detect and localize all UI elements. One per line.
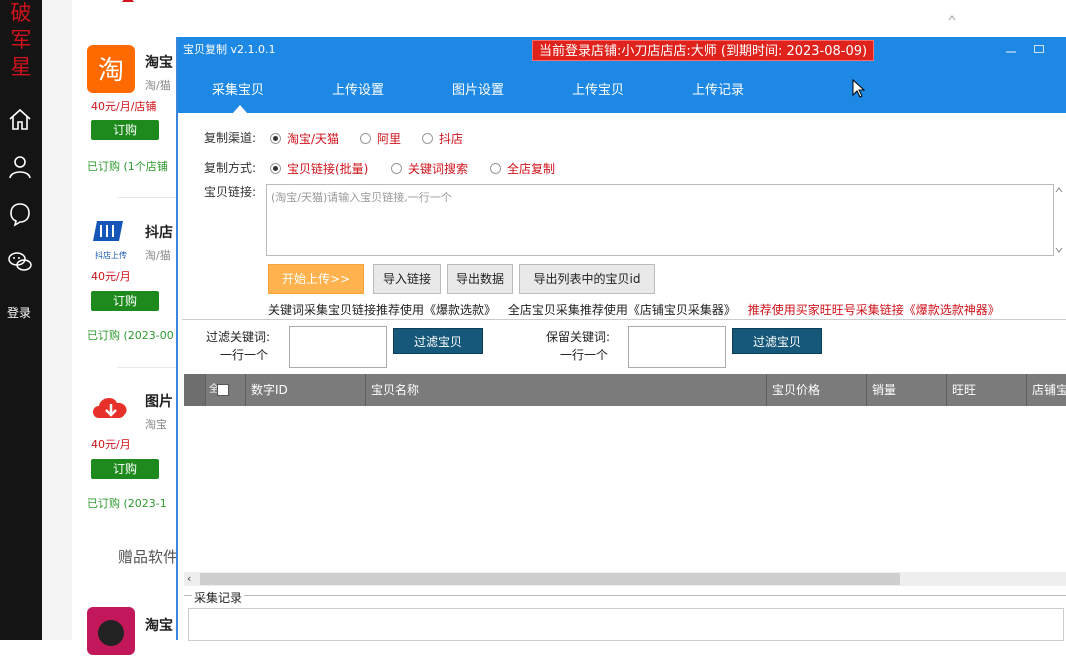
export-ids-button[interactable]: 导出列表中的宝贝id bbox=[519, 264, 655, 294]
cloud-download-icon bbox=[87, 384, 135, 432]
radio-label: 抖店 bbox=[439, 132, 464, 146]
wechat-icon[interactable] bbox=[6, 248, 34, 276]
import-links-button[interactable]: 导入链接 bbox=[373, 264, 441, 294]
radio-method-links[interactable]: 宝贝链接(批量) bbox=[270, 160, 368, 177]
log-panel: 采集记录 bbox=[184, 589, 1066, 641]
grid-header: 全 数字ID 宝贝名称 宝贝价格 销量 旺旺 店铺宝 bbox=[184, 374, 1066, 406]
product-subtitle: 淘/猫 bbox=[145, 249, 171, 262]
user-icon[interactable] bbox=[6, 153, 34, 181]
order-status: 已订购 (2023-00 bbox=[87, 329, 174, 342]
home-icon[interactable] bbox=[6, 106, 34, 134]
product-price: 40元/月/店铺 bbox=[91, 100, 157, 113]
order-button[interactable]: 订购 bbox=[91, 291, 159, 311]
product-title: 淘宝 bbox=[145, 618, 173, 634]
douyin-upload-logo-icon: 抖店上传 bbox=[87, 215, 135, 263]
login-link[interactable]: 登录 bbox=[0, 304, 38, 321]
grid-horizontal-scrollbar[interactable]: ‹ bbox=[184, 572, 1066, 586]
login-status-banner: 当前登录店铺:小刀店店店:大师 (到期时间: 2023-08-09) bbox=[532, 40, 875, 61]
link-label: 宝贝链接: bbox=[204, 185, 257, 199]
product-title: 抖店 bbox=[145, 225, 173, 241]
items-grid[interactable]: 全 数字ID 宝贝名称 宝贝价格 销量 旺旺 店铺宝 bbox=[184, 374, 1066, 586]
tab-upload-settings[interactable]: 上传设置 bbox=[332, 79, 384, 98]
tab-upload-records[interactable]: 上传记录 bbox=[692, 79, 744, 98]
window-title: 宝贝复制 v2.1.0.1 bbox=[183, 43, 276, 56]
radio-label: 关键词搜索 bbox=[408, 162, 469, 176]
col-sales[interactable]: 销量 bbox=[867, 374, 947, 406]
order-status: 已订购 (1个店铺 bbox=[87, 160, 168, 173]
col-name[interactable]: 宝贝名称 bbox=[366, 374, 767, 406]
radio-label: 全店复制 bbox=[507, 162, 556, 176]
tab-image-settings[interactable]: 图片设置 bbox=[452, 79, 504, 98]
method-label: 复制方式: bbox=[204, 161, 257, 175]
row-header-col bbox=[184, 374, 206, 406]
keep-keyword-hint: 一行一个 bbox=[560, 348, 609, 362]
gift-title: 赠品软件 bbox=[118, 548, 179, 566]
log-textarea[interactable] bbox=[188, 608, 1064, 641]
tab-collect[interactable]: 采集宝贝 bbox=[212, 79, 264, 98]
filter-panel: 过滤关键词: 一行一个 过滤宝贝 保留关键词: 一行一个 过滤宝贝 bbox=[182, 319, 1066, 375]
scroll-thumb[interactable] bbox=[200, 573, 900, 585]
douyin-logo-text: 抖店上传 bbox=[95, 250, 127, 260]
tab-upload-items[interactable]: 上传宝贝 bbox=[572, 79, 624, 98]
chat-icon[interactable] bbox=[6, 200, 34, 228]
export-data-button[interactable]: 导出数据 bbox=[447, 264, 513, 294]
radio-method-store[interactable]: 全店复制 bbox=[490, 160, 555, 177]
promo-buyer[interactable]: 推荐使用买家旺旺号采集链接《爆款选款神器》 bbox=[748, 303, 1000, 317]
product-subtitle: 淘宝 bbox=[145, 418, 167, 431]
main-nav: 采集宝贝 上传设置 图片设置 上传宝贝 上传记录 bbox=[178, 63, 1066, 113]
col-price[interactable]: 宝贝价格 bbox=[767, 374, 867, 406]
col-wangwang[interactable]: 旺旺 bbox=[947, 374, 1027, 406]
link-scrollbar[interactable] bbox=[1054, 184, 1064, 256]
promo-text: 关键词采集宝贝链接推荐使用《爆款选款》 全店宝贝采集推荐使用《店铺宝贝采集器》 … bbox=[268, 301, 1000, 318]
channel-label: 复制渠道: bbox=[204, 131, 257, 145]
order-button[interactable]: 订购 bbox=[91, 120, 159, 140]
link-placeholder: (淘宝/天猫)请输入宝贝链接,一行一个 bbox=[271, 191, 452, 204]
col-id[interactable]: 数字ID bbox=[246, 374, 366, 406]
taobao-logo-icon: 淘 bbox=[87, 45, 135, 93]
radio-method-keyword[interactable]: 关键词搜索 bbox=[391, 160, 468, 177]
select-all-checkbox[interactable] bbox=[217, 384, 229, 396]
radio-label: 阿里 bbox=[377, 132, 402, 146]
start-upload-button[interactable]: 开始上传>> bbox=[268, 264, 364, 294]
promo-keyword[interactable]: 关键词采集宝贝链接推荐使用《爆款选款》 bbox=[268, 303, 496, 317]
link-textarea[interactable]: (淘宝/天猫)请输入宝贝链接,一行一个 bbox=[266, 184, 1054, 256]
product-title: 图片 bbox=[145, 394, 173, 410]
radio-label: 淘宝/天猫 bbox=[287, 132, 340, 146]
radio-label: 宝贝链接(批量) bbox=[287, 162, 369, 176]
keep-items-button[interactable]: 过滤宝贝 bbox=[732, 328, 822, 354]
scroll-left-icon[interactable]: ‹ bbox=[187, 572, 191, 585]
product-subtitle: 淘/猫 bbox=[145, 79, 171, 92]
minimize-icon[interactable] bbox=[1004, 42, 1018, 56]
col-store[interactable]: 店铺宝 bbox=[1027, 374, 1066, 406]
title-bar[interactable]: 宝贝复制 v2.1.0.1 当前登录店铺:小刀店店店:大师 (到期时间: 202… bbox=[178, 37, 1066, 63]
maximize-icon[interactable] bbox=[1034, 42, 1048, 56]
app-window: 宝贝复制 v2.1.0.1 当前登录店铺:小刀店店店:大师 (到期时间: 202… bbox=[176, 37, 1066, 641]
filter-keyword-hint: 一行一个 bbox=[220, 348, 269, 362]
brand-logo: 破军星 bbox=[10, 1, 32, 79]
mouse-cursor-icon bbox=[852, 78, 866, 99]
radio-channel-ali[interactable]: 阿里 bbox=[360, 130, 401, 147]
svg-text:淘: 淘 bbox=[98, 56, 124, 86]
filter-items-button[interactable]: 过滤宝贝 bbox=[393, 328, 483, 354]
filter-keyword-input[interactable] bbox=[289, 326, 387, 368]
keep-keyword-input[interactable] bbox=[628, 326, 726, 368]
filter-keyword-label: 过滤关键词: bbox=[206, 330, 271, 344]
sidebar: 破军星 登录 bbox=[0, 0, 42, 640]
active-tab-indicator bbox=[233, 105, 247, 113]
log-label: 采集记录 bbox=[192, 589, 245, 606]
product-price: 40元/月 bbox=[91, 270, 131, 283]
product-price: 40元/月 bbox=[91, 438, 131, 451]
scroll-up-icon[interactable] bbox=[122, 0, 134, 2]
order-status: 已订购 (2023-1 bbox=[87, 497, 167, 510]
product-title: 淘宝 bbox=[145, 55, 173, 71]
order-button[interactable]: 订购 bbox=[91, 459, 159, 479]
keep-keyword-label: 保留关键词: bbox=[546, 330, 611, 344]
radio-channel-douyin[interactable]: 抖店 bbox=[422, 130, 463, 147]
radio-channel-taobao[interactable]: 淘宝/天猫 bbox=[270, 130, 339, 147]
promo-store[interactable]: 全店宝贝采集推荐使用《店铺宝贝采集器》 bbox=[508, 303, 736, 317]
app-logo-icon bbox=[87, 607, 135, 655]
